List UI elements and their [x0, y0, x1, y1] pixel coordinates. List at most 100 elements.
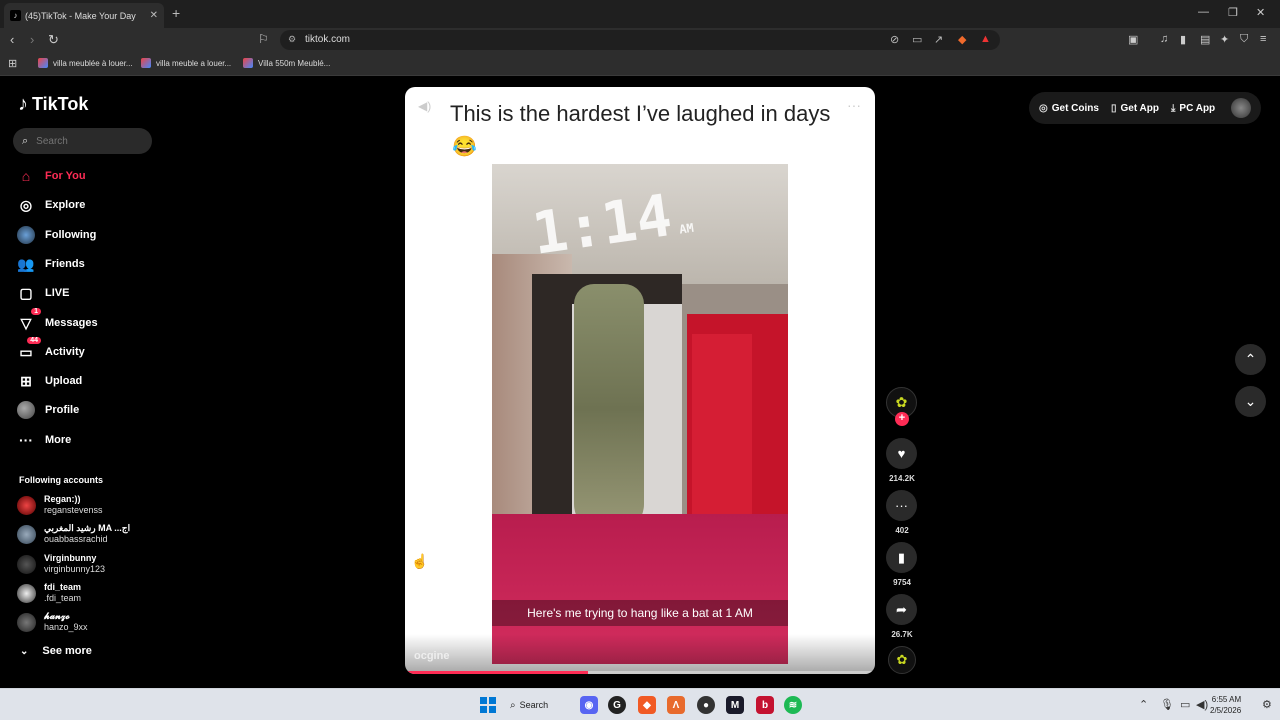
next-video-button[interactable]: ⌄ — [1235, 386, 1266, 417]
brave-shields-icon[interactable]: ◆ — [958, 33, 966, 46]
network-icon[interactable]: ▭ — [1180, 698, 1190, 711]
profile-avatar-icon — [17, 401, 35, 419]
nav-upload[interactable]: ⊞ Upload — [17, 371, 82, 391]
brave-rewards-icon[interactable]: ▲ — [980, 33, 991, 45]
app-a-icon[interactable]: Λ — [667, 696, 685, 714]
menu-icon[interactable]: ≡ — [1260, 33, 1266, 45]
get-coins-button[interactable]: ◎ Get Coins — [1039, 103, 1099, 114]
bookmark-page-icon[interactable]: ⚐ — [258, 32, 269, 46]
discord-icon[interactable]: ◉ — [580, 696, 598, 714]
nav-friends[interactable]: 👥 Friends — [17, 254, 84, 274]
site-info-icon[interactable]: ⚙ — [288, 34, 296, 45]
user-avatar[interactable] — [1231, 98, 1251, 118]
save-button[interactable]: ▮ — [886, 542, 917, 573]
following-account[interactable]: fdi_team .fdi_team — [17, 582, 81, 604]
app-m-icon[interactable]: M — [726, 696, 744, 714]
spotify-icon[interactable]: ≋ — [784, 696, 802, 714]
volume-tray-icon[interactable]: ◀) — [1196, 698, 1208, 711]
g-app-icon[interactable]: G — [608, 696, 626, 714]
apps-grid-icon[interactable]: ⊞ — [8, 57, 17, 70]
more-icon: ··· — [19, 432, 33, 448]
nav-messages[interactable]: ▽ 1 Messages — [17, 308, 98, 333]
bookmark-label: villa meuble a louer... — [156, 58, 232, 68]
nav-profile[interactable]: Profile — [17, 400, 79, 420]
pc-app-button[interactable]: ⤓ PC App — [1171, 103, 1215, 114]
share-icon[interactable]: ↗ — [934, 33, 943, 46]
restore-icon[interactable]: ❐ — [1228, 6, 1238, 19]
previous-video-button[interactable]: ⌃ — [1235, 344, 1266, 375]
get-app-label: Get App — [1120, 102, 1159, 114]
notification-icon[interactable]: ⚙ — [1262, 698, 1272, 711]
get-app-button[interactable]: ▯ Get App — [1111, 103, 1159, 114]
cast-icon[interactable]: ▭ — [912, 33, 922, 46]
following-account[interactable]: 𝓱𝓪𝓷𝔃𝓸 hanzo_9xx — [17, 611, 88, 633]
taskbar-search[interactable]: ⌕ Search — [510, 695, 566, 715]
live-icon: ▢ — [19, 284, 33, 301]
brave-icon[interactable]: ◆ — [638, 696, 656, 714]
music-disc-icon[interactable]: ✿ — [888, 646, 916, 674]
like-count: 214.2K — [889, 474, 915, 483]
comment-button[interactable]: ··· — [886, 490, 917, 521]
video-author[interactable]: ocgine — [414, 650, 449, 662]
sidebar-toggle-icon[interactable]: ▣ — [1128, 33, 1138, 46]
following-account[interactable]: رشيد المغربي MA ...اج ouabbassrachid — [17, 523, 130, 545]
bookmark-item[interactable]: Villa 550m Meublé... — [243, 58, 330, 68]
chevron-down-icon: ⌄ — [20, 645, 29, 657]
media-icon[interactable]: ♫ — [1160, 33, 1168, 45]
nav-label: LIVE — [45, 287, 70, 299]
share-button[interactable]: ➦ — [886, 594, 917, 625]
back-icon[interactable]: ‹ — [10, 32, 14, 47]
reading-list-icon[interactable]: ▮ — [1180, 33, 1186, 46]
nav-live[interactable]: ▢ LIVE — [17, 283, 69, 303]
new-tab-button[interactable]: + — [172, 5, 180, 21]
nav-label: Explore — [45, 199, 86, 211]
get-coins-label: Get Coins — [1051, 102, 1099, 114]
like-button[interactable]: ♥ — [886, 438, 917, 469]
bookmark-item[interactable]: villa meuble a louer... — [141, 58, 231, 68]
see-more-button[interactable]: ⌄ See more — [20, 645, 92, 657]
compass-icon: ◎ — [19, 196, 33, 213]
app-record-icon[interactable]: ● — [697, 696, 715, 714]
progress-fill — [405, 671, 589, 674]
app-b-icon[interactable]: b — [756, 696, 774, 714]
nav-activity[interactable]: ▭ 44 Activity — [17, 337, 85, 362]
see-more-label: See more — [42, 645, 92, 657]
nav-following[interactable]: Following — [17, 225, 96, 245]
close-window-icon[interactable]: ✕ — [1256, 6, 1265, 19]
following-account[interactable]: Virginbunny virginbunny123 — [17, 553, 105, 575]
microphone-icon[interactable]: 🎙 — [1160, 698, 1174, 711]
vpn-icon[interactable]: ⛉ — [1240, 33, 1248, 46]
following-account[interactable]: Regan:)) reganstevenss — [17, 494, 103, 516]
activity-badge: 44 — [27, 337, 41, 344]
windows-start-icon[interactable] — [480, 697, 496, 713]
browser-tab[interactable]: ♪ (45)TikTok - Make Your Day ✕ — [4, 3, 164, 28]
search-box[interactable]: ⌕ — [13, 128, 152, 154]
video-player[interactable]: ◀) ··· This is the hardest I’ve laughed … — [405, 87, 875, 674]
tab-close-icon[interactable]: ✕ — [150, 10, 158, 21]
translate-icon[interactable]: ⊘ — [890, 33, 899, 46]
video-progress-bar[interactable] — [405, 671, 875, 674]
bookmark-label: villa meublée à louer... — [53, 58, 133, 68]
taskbar-clock[interactable]: 6:55 AM 2/5/2026 — [1210, 694, 1241, 716]
chevron-up-icon: ⌃ — [1244, 351, 1257, 367]
tiktok-logo[interactable]: ♪ TikTok — [18, 93, 88, 116]
leo-ai-icon[interactable]: ✦ — [1220, 33, 1229, 46]
search-input[interactable] — [36, 135, 137, 147]
more-options-icon[interactable]: ··· — [847, 97, 861, 113]
follow-button[interactable]: + — [895, 412, 909, 426]
tray-overflow-icon[interactable]: ⌃ — [1139, 698, 1148, 711]
following-accounts-title: Following accounts — [19, 475, 104, 485]
minimize-icon[interactable]: — — [1198, 6, 1209, 18]
nav-explore[interactable]: ◎ Explore — [17, 195, 85, 215]
nav-more[interactable]: ··· More — [17, 430, 71, 450]
wallet-icon[interactable]: ▤ — [1200, 33, 1210, 46]
avatar — [17, 612, 36, 632]
bookmark-item[interactable]: villa meublée à louer... — [38, 58, 133, 68]
volume-icon[interactable]: ◀) — [418, 99, 431, 113]
nav-for-you[interactable]: ⌂ For You — [17, 166, 86, 186]
url-field[interactable]: ⚙ tiktok.com ⊘ ▭ ↗ ◆ ▲ — [280, 30, 1000, 50]
share-arrow-icon: ➦ — [896, 601, 907, 617]
reload-icon[interactable]: ↻ — [48, 32, 59, 48]
forward-icon[interactable]: › — [30, 32, 34, 47]
search-icon: ⌕ — [22, 134, 29, 147]
